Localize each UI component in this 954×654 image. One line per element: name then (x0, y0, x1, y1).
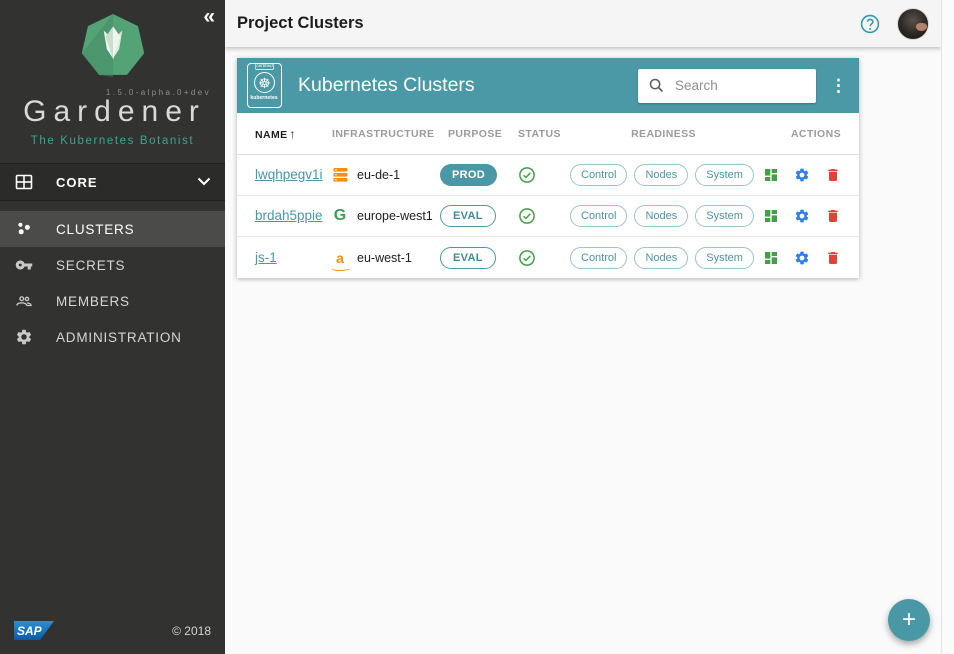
gardener-logo-icon (80, 12, 146, 80)
readiness-chip-nodes[interactable]: Nodes (634, 164, 688, 186)
top-toolbar: Project Clusters (225, 0, 941, 47)
copyright-text: © 2018 (172, 624, 211, 638)
svg-text:SAP: SAP (17, 624, 43, 638)
user-avatar[interactable] (897, 8, 929, 40)
sidebar-section-label: CORE (56, 175, 98, 190)
gcp-icon: G (332, 207, 348, 225)
column-header-name-label: NAME (255, 129, 288, 141)
column-header-name[interactable]: NAME↑ (255, 127, 332, 141)
region-label: europe-west1 (357, 209, 433, 223)
more-vert-icon[interactable]: ⋮ (830, 77, 847, 94)
status-ok-icon (518, 207, 536, 225)
delete-icon[interactable] (825, 250, 841, 266)
readiness-chip-system[interactable]: System (695, 164, 754, 186)
card-header: certified ☸ kubernetes Kubernetes Cluste… (237, 58, 859, 113)
search-input[interactable] (675, 78, 790, 93)
search-box[interactable] (638, 69, 816, 103)
scrollbar[interactable] (941, 0, 954, 654)
column-header-purpose: PURPOSE (440, 128, 518, 140)
gear-icon (14, 327, 34, 347)
badge-certified-label: certified (255, 63, 275, 70)
search-icon (648, 77, 665, 94)
column-header-readiness: READINESS (570, 128, 757, 140)
purpose-chip: EVAL (440, 247, 496, 269)
sidebar-collapse-icon[interactable]: « (203, 6, 215, 28)
sidebar-section-core[interactable]: CORE (0, 163, 225, 201)
dashboard-icon[interactable] (763, 208, 779, 224)
kubernetes-wheel-icon: ☸ (254, 72, 275, 93)
brand-block: 1.5.0-alpha.0+dev Gardener The Kubernete… (0, 0, 225, 147)
settings-icon[interactable] (794, 250, 810, 266)
status-ok-icon (518, 166, 536, 184)
purpose-chip: PROD (440, 164, 497, 186)
readiness-chip-system[interactable]: System (695, 205, 754, 227)
people-icon (14, 291, 34, 311)
cluster-name-link[interactable]: js-1 (255, 250, 277, 265)
chevron-down-icon (197, 173, 211, 191)
sidebar-item-label: SECRETS (56, 258, 125, 273)
sidebar-item-members[interactable]: MEMBERS (0, 283, 225, 319)
readiness-chip-control[interactable]: Control (570, 247, 627, 269)
region-label: eu-west-1 (357, 251, 412, 265)
readiness-chip-control[interactable]: Control (570, 164, 627, 186)
sidebar-items: CLUSTERS SECRETS (0, 211, 225, 355)
sidebar-item-label: MEMBERS (56, 294, 130, 309)
sidebar-item-secrets[interactable]: SECRETS (0, 247, 225, 283)
sidebar-item-clusters[interactable]: CLUSTERS (0, 211, 225, 247)
column-header-infrastructure: INFRASTRUCTURE (332, 128, 440, 140)
sidebar-item-label: CLUSTERS (56, 222, 134, 237)
card-title: Kubernetes Clusters (298, 74, 475, 97)
add-cluster-fab[interactable]: + (888, 599, 930, 641)
page-title: Project Clusters (237, 14, 364, 33)
help-icon[interactable] (859, 13, 881, 35)
sort-asc-icon: ↑ (290, 127, 296, 141)
cluster-name-link[interactable]: brdah5ppie (255, 208, 323, 223)
readiness-chip-nodes[interactable]: Nodes (634, 247, 688, 269)
sidebar-footer: SAP © 2018 (0, 621, 225, 654)
settings-icon[interactable] (794, 167, 810, 183)
kubernetes-certified-badge-icon: certified ☸ kubernetes (247, 63, 282, 108)
dashboard-icon[interactable] (763, 167, 779, 183)
delete-icon[interactable] (825, 167, 841, 183)
purpose-chip: EVAL (440, 205, 496, 227)
badge-kubernetes-label: kubernetes (251, 95, 278, 100)
delete-icon[interactable] (825, 208, 841, 224)
region-label: eu-de-1 (357, 168, 400, 182)
clusters-card: certified ☸ kubernetes Kubernetes Cluste… (237, 58, 859, 278)
sidebar-nav: CORE CLUSTERS (0, 163, 225, 355)
aws-icon: a (332, 249, 348, 267)
sidebar-item-label: ADMINISTRATION (56, 330, 182, 345)
key-icon (14, 255, 34, 275)
status-ok-icon (518, 249, 536, 267)
openstack-icon (332, 166, 348, 184)
column-header-actions: ACTIONS (757, 128, 841, 140)
dashboard-icon[interactable] (763, 250, 779, 266)
grid-icon (14, 172, 34, 192)
sap-logo: SAP (14, 621, 54, 640)
sidebar: « 1.5.0-alpha.0+dev Gardener The Kuberne… (0, 0, 225, 654)
main-area: Project Clusters certified ☸ kuberne (225, 0, 941, 654)
table-header: NAME↑ INFRASTRUCTURE PURPOSE STATUS READ… (237, 113, 859, 155)
clusters-icon (14, 219, 34, 239)
readiness-chip-nodes[interactable]: Nodes (634, 205, 688, 227)
app-tagline: The Kubernetes Botanist (0, 135, 225, 147)
cluster-name-link[interactable]: lwqhpegv1i (255, 167, 323, 182)
readiness-chip-system[interactable]: System (695, 247, 754, 269)
column-header-status: STATUS (518, 128, 570, 140)
table-row: lwqhpegv1i eu-de-1 PROD (237, 155, 859, 196)
settings-icon[interactable] (794, 208, 810, 224)
sidebar-item-administration[interactable]: ADMINISTRATION (0, 319, 225, 355)
readiness-chip-control[interactable]: Control (570, 205, 627, 227)
toolbar-actions (859, 8, 929, 40)
table-row: js-1 a eu-west-1 EVAL Control Nodes Syst… (237, 237, 859, 278)
app-window: « 1.5.0-alpha.0+dev Gardener The Kuberne… (0, 0, 954, 654)
app-name: Gardener (4, 95, 225, 129)
table-row: brdah5ppie G europe-west1 EVAL Control N… (237, 196, 859, 237)
